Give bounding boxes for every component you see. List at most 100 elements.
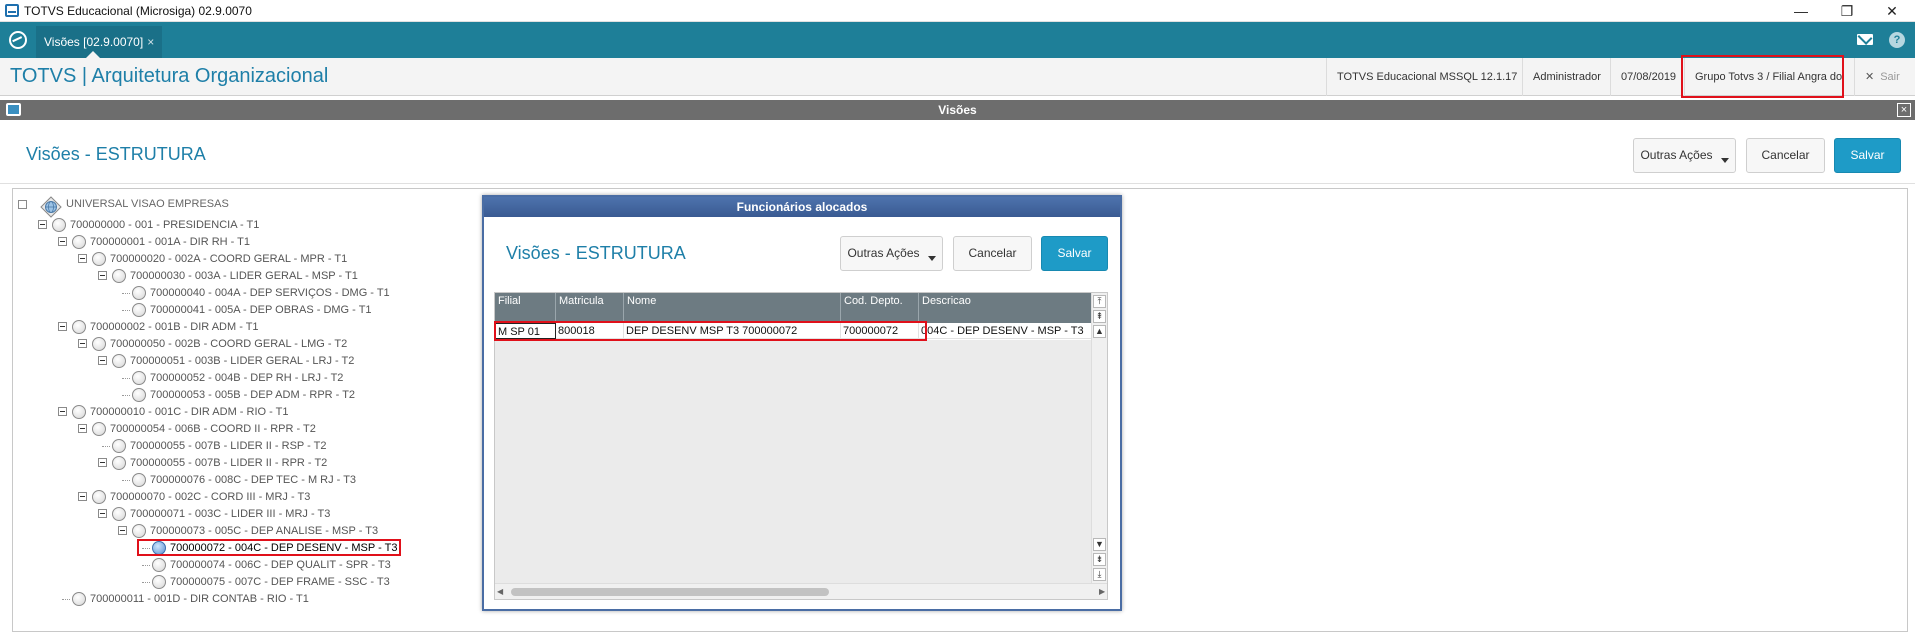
scroll-last-icon[interactable]: ⤓ [1093, 568, 1106, 581]
collapse-icon[interactable] [78, 492, 87, 501]
tree-node[interactable]: 700000041 - 005A - DEP OBRAS - DMG - T1 [118, 302, 458, 319]
scroll-up-icon[interactable]: ▲ [1093, 325, 1106, 338]
globe-icon [40, 196, 62, 218]
tree-node[interactable]: 700000030 - 003A - LIDER GERAL - MSP - T… [98, 268, 438, 285]
page-title-bar: Visões - ESTRUTURA Outras Ações Cancelar… [0, 120, 1915, 184]
tree-node[interactable]: 700000000 - 001 - PRESIDENCIA - T1 [38, 217, 378, 234]
collapse-icon[interactable] [58, 322, 67, 331]
window-title-strip: Visões × [0, 100, 1915, 120]
collapse-icon[interactable] [78, 254, 87, 263]
tree-node[interactable]: 700000051 - 003B - LIDER GERAL - LRJ - T… [98, 353, 438, 370]
column-cod-depto[interactable]: Cod. Depto. [841, 293, 919, 323]
save-button[interactable]: Salvar [1834, 138, 1901, 173]
collapse-icon[interactable] [98, 458, 107, 467]
column-nome[interactable]: Nome [624, 293, 841, 323]
collapse-icon[interactable] [58, 237, 67, 246]
node-circle-icon [52, 218, 66, 232]
collapse-icon[interactable] [78, 424, 87, 433]
node-circle-icon [72, 592, 86, 606]
tree-node[interactable]: 700000076 - 008C - DEP TEC - M RJ - T3 [118, 472, 458, 489]
horizontal-scrollbar[interactable]: ◀ ▶ [495, 583, 1107, 599]
column-filial[interactable]: Filial [495, 293, 556, 323]
tree-node[interactable]: 700000075 - 007C - DEP FRAME - SSC - T3 [138, 574, 478, 591]
tree-node-label: 700000040 - 004A - DEP SERVIÇOS - DMG - … [150, 287, 390, 299]
tree-node[interactable]: 700000054 - 006B - COORD II - RPR - T2 [78, 421, 418, 438]
node-circle-icon [112, 439, 126, 453]
scroll-right-icon[interactable]: ▶ [1099, 587, 1105, 596]
other-actions-button[interactable]: Outras Ações [1633, 138, 1736, 173]
tree-node[interactable]: 700000001 - 001A - DIR RH - T1 [58, 234, 398, 251]
scroll-first-icon[interactable]: ⤒ [1093, 295, 1106, 308]
close-window-icon[interactable]: ✕ [1869, 1, 1915, 21]
tree-node[interactable]: 700000071 - 003C - LIDER III - MRJ - T3 [98, 506, 438, 523]
cancel-button[interactable]: Cancelar [1746, 138, 1825, 173]
collapse-icon[interactable] [98, 356, 107, 365]
restore-icon[interactable]: ❐ [1824, 1, 1870, 21]
node-circle-icon [132, 286, 146, 300]
tree-node[interactable]: 700000002 - 001B - DIR ADM - T1 [58, 319, 398, 336]
tree-node[interactable]: 700000070 - 002C - CORD III - MRJ - T3 [78, 489, 418, 506]
node-circle-icon [112, 456, 126, 470]
tree-connector [62, 599, 70, 600]
node-circle-icon [72, 405, 86, 419]
tree-node[interactable]: 700000050 - 002B - COORD GERAL - LMG - T… [78, 336, 418, 353]
collapse-icon[interactable] [18, 200, 27, 209]
tree-root[interactable]: UNIVERSAL VISAO EMPRESAS [16, 193, 316, 218]
tree-node[interactable]: 700000011 - 001D - DIR CONTAB - RIO - T1 [58, 591, 398, 608]
vertical-scrollbar[interactable]: ⤒ ⇞ ▲ ▼ ⇟ ⤓ [1091, 293, 1107, 583]
minimize-icon[interactable]: — [1778, 1, 1824, 21]
collapse-icon[interactable] [98, 271, 107, 280]
scroll-page-down-icon[interactable]: ⇟ [1093, 553, 1106, 566]
company-highlight-box [1681, 55, 1844, 98]
tree-node-label: 700000071 - 003C - LIDER III - MRJ - T3 [130, 508, 331, 520]
grid-empty-area [495, 340, 1091, 583]
mail-icon[interactable] [1857, 34, 1873, 45]
scroll-left-icon[interactable]: ◀ [497, 587, 503, 596]
node-circle-icon [132, 388, 146, 402]
tree-node-label: 700000011 - 001D - DIR CONTAB - RIO - T1 [90, 593, 309, 605]
scroll-down-icon[interactable]: ▼ [1093, 538, 1106, 551]
dialog-save-button[interactable]: Salvar [1041, 236, 1108, 271]
tree-node-label: 700000000 - 001 - PRESIDENCIA - T1 [70, 219, 260, 231]
horizontal-scroll-thumb[interactable] [511, 588, 829, 596]
scroll-page-up-icon[interactable]: ⇞ [1093, 310, 1106, 323]
collapse-icon[interactable] [38, 220, 47, 229]
dialog-title: Funcionários alocados [484, 197, 1120, 217]
dialog-cancel-button[interactable]: Cancelar [953, 236, 1032, 271]
window-close-icon[interactable]: × [1897, 103, 1911, 117]
tree-node[interactable]: 700000052 - 004B - DEP RH - LRJ - T2 [118, 370, 458, 387]
tree-node[interactable]: 700000020 - 002A - COORD GERAL - MPR - T… [78, 251, 418, 268]
tree-node-label: 700000054 - 006B - COORD II - RPR - T2 [110, 423, 316, 435]
totvs-logo-icon[interactable] [9, 31, 27, 49]
tree-node[interactable]: 700000053 - 005B - DEP ADM - RPR - T2 [118, 387, 458, 404]
tree-connector [142, 565, 150, 566]
exit-label: Sair [1880, 71, 1900, 83]
node-circle-icon [132, 303, 146, 317]
collapse-icon[interactable] [118, 526, 127, 535]
tree-node[interactable]: 700000074 - 006C - DEP QUALIT - SPR - T3 [138, 557, 478, 574]
collapse-icon[interactable] [98, 509, 107, 518]
tree-connector [142, 582, 150, 583]
exit-button[interactable]: ✕ Sair [1854, 58, 1910, 96]
dialog-other-actions-button[interactable]: Outras Ações [840, 236, 943, 271]
tree-node-label: 700000001 - 001A - DIR RH - T1 [90, 236, 250, 248]
node-circle-icon [152, 575, 166, 589]
help-icon[interactable]: ? [1889, 32, 1905, 48]
tab-close-icon[interactable]: × [147, 35, 154, 49]
collapse-icon[interactable] [78, 339, 87, 348]
tree-node[interactable]: 700000055 - 007B - LIDER II - RSP - T2 [98, 438, 438, 455]
user-label[interactable]: Administrador [1522, 58, 1611, 96]
column-matricula[interactable]: Matricula [556, 293, 624, 323]
date-label[interactable]: 07/08/2019 [1610, 58, 1686, 96]
tree-node-label: 700000030 - 003A - LIDER GERAL - MSP - T… [130, 270, 358, 282]
column-descricao[interactable]: Descricao [919, 293, 1091, 323]
grid-header: Filial Matricula Nome Cod. Depto. Descri… [495, 293, 1091, 323]
cell-descricao[interactable]: 004C - DEP DESENV - MSP - T3 [919, 323, 1091, 339]
tree-node[interactable]: 700000055 - 007B - LIDER II - RPR - T2 [98, 455, 438, 472]
tree-node[interactable]: 700000010 - 001C - DIR ADM - RIO - T1 [58, 404, 398, 421]
tree-connector [102, 446, 110, 447]
tree-node[interactable]: 700000073 - 005C - DEP ANALISE - MSP - T… [118, 523, 458, 540]
collapse-icon[interactable] [58, 407, 67, 416]
tree-node[interactable]: 700000040 - 004A - DEP SERVIÇOS - DMG - … [118, 285, 458, 302]
node-circle-icon [112, 507, 126, 521]
